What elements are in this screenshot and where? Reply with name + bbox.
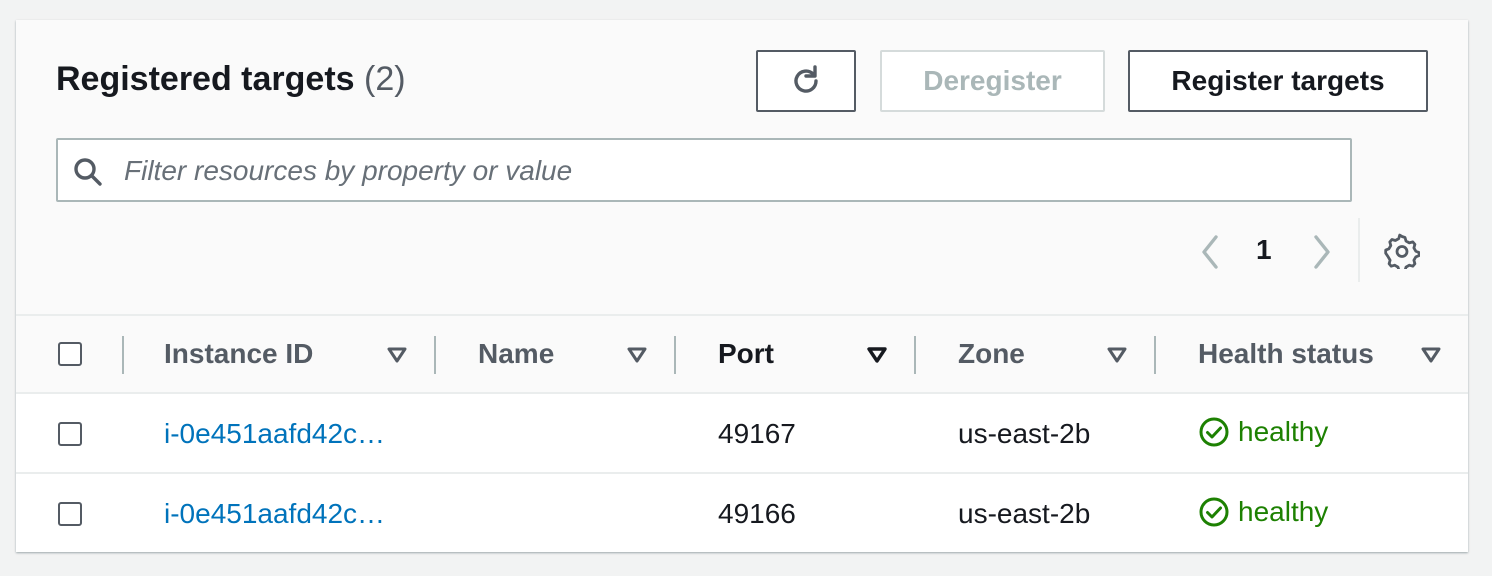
caret-down-icon[interactable] (386, 346, 408, 364)
health-status-text: healthy (1238, 416, 1329, 447)
column-divider[interactable] (1154, 336, 1156, 374)
zone-cell: us-east-2b (958, 498, 1091, 529)
filter-search-box[interactable] (56, 138, 1352, 202)
health-status-cell: healthy (1198, 496, 1328, 528)
column-header-health-status[interactable]: Health status (1198, 338, 1374, 370)
port-cell: 49167 (718, 418, 796, 449)
column-divider[interactable] (914, 336, 916, 374)
instance-id-link[interactable]: i-0e451aafd42c… (164, 418, 385, 450)
panel-title-text: Registered targets (56, 60, 355, 98)
table-header: Instance ID Name Port Zone Health status (16, 314, 1468, 394)
gear-icon[interactable] (1384, 233, 1420, 269)
select-all-checkbox[interactable] (58, 342, 82, 366)
column-divider (122, 336, 124, 374)
filter-search-input[interactable] (122, 148, 1326, 194)
chevron-left-icon[interactable] (1198, 234, 1222, 270)
column-header-name[interactable]: Name (478, 338, 554, 370)
health-status-text: healthy (1238, 496, 1329, 527)
caret-down-icon[interactable] (1420, 346, 1442, 364)
refresh-icon (794, 65, 818, 93)
search-icon (74, 158, 102, 186)
pagination-divider (1358, 218, 1360, 282)
row-checkbox[interactable] (58, 502, 82, 526)
caret-down-icon[interactable] (626, 346, 648, 364)
refresh-button[interactable] (756, 50, 856, 112)
row-checkbox[interactable] (58, 422, 82, 446)
panel-title-count: (2) (364, 60, 406, 98)
caret-down-icon[interactable] (1106, 346, 1128, 364)
chevron-right-icon[interactable] (1310, 234, 1334, 270)
zone-cell: us-east-2b (958, 418, 1091, 449)
table-row[interactable]: i-0e451aafd42c… 49167 us-east-2b healthy (16, 394, 1468, 474)
column-divider[interactable] (434, 336, 436, 374)
check-circle-icon (1199, 497, 1229, 527)
health-status-cell: healthy (1198, 416, 1328, 448)
check-circle-icon (1199, 417, 1229, 447)
column-header-port[interactable]: Port (718, 338, 774, 370)
registered-targets-panel: Registered targets (2) Deregister Regist… (16, 20, 1468, 552)
instance-id-link[interactable]: i-0e451aafd42c… (164, 498, 385, 530)
panel-title: Registered targets (2) (56, 60, 406, 99)
pagination-current-page[interactable]: 1 (1256, 234, 1272, 266)
column-divider[interactable] (674, 336, 676, 374)
deregister-button[interactable]: Deregister (880, 50, 1105, 112)
caret-down-icon[interactable] (866, 346, 888, 364)
column-header-instance-id[interactable]: Instance ID (164, 338, 313, 370)
column-header-zone[interactable]: Zone (958, 338, 1025, 370)
table-row[interactable]: i-0e451aafd42c… 49166 us-east-2b healthy (16, 474, 1468, 552)
panel-header: Registered targets (2) Deregister Regist… (16, 20, 1468, 314)
register-targets-button[interactable]: Register targets (1128, 50, 1428, 112)
port-cell: 49166 (718, 498, 796, 529)
